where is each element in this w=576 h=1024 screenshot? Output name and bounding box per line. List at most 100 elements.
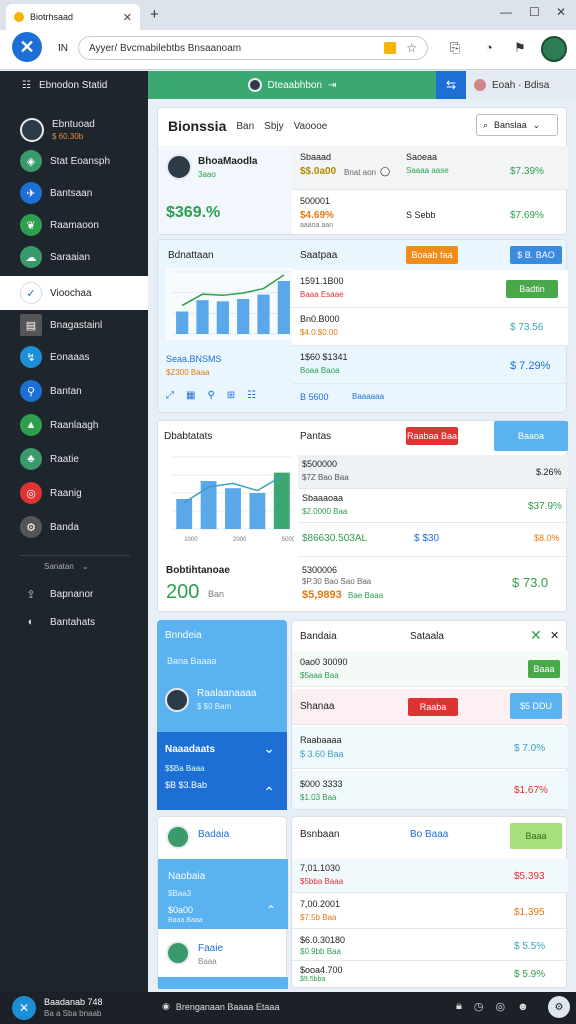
bottombar-mid-text: Brenganaan Baaaa Etaaa <box>175 1001 280 1012</box>
bottombar-mid[interactable]: ◉ Brenganaan Baaaa Etaaa <box>162 1001 279 1012</box>
tab-close-icon[interactable]: ✕ <box>123 11 132 24</box>
sidebar-item-ranking[interactable]: ◎ Raanig <box>0 478 148 508</box>
swap-icon[interactable]: ⇆ <box>436 71 466 99</box>
window-close-button[interactable]: ✕ <box>556 5 566 19</box>
grid-view-icon[interactable]: ▦ <box>186 390 195 401</box>
distribution-panel: Dbabtatats Pantas Raabaa Baa Baaoa 1000 2… <box>157 420 568 612</box>
refresh-icon[interactable]: ◯ <box>380 166 390 177</box>
chevron-up-icon[interactable]: ⌃ <box>263 784 275 801</box>
clock-icon[interactable]: ◷ <box>474 1000 484 1013</box>
share-icon[interactable]: ⎘ <box>450 40 460 56</box>
list-icon[interactable]: ☷ <box>247 390 256 401</box>
analytics-row[interactable]: 1$60 $1341 Boaa Baoa $ 7.29% <box>292 346 568 384</box>
transaction-row[interactable]: 7,01.1030 $5bba Baaa $5.393 <box>292 859 568 893</box>
globe-icon <box>474 79 486 91</box>
analytics-row[interactable]: B 5600 Baaaaaa <box>292 384 568 412</box>
user-icon[interactable]: ☻ <box>517 1001 529 1013</box>
strip-left[interactable]: ☷ Ebnodon Statid <box>0 71 148 99</box>
chevron-up-icon[interactable]: ⌃ <box>266 903 276 917</box>
member-highlight-title: Naobaia <box>168 871 206 882</box>
close-icon[interactable]: ✕ <box>550 629 559 642</box>
sidebar-item-bands[interactable]: ⚙ Banda <box>0 512 148 542</box>
orange-action-button[interactable]: Boaab faa <box>406 246 458 264</box>
history-icon[interactable]: ◔ <box>485 40 493 55</box>
sidebar-item-profile[interactable]: Ebntuoad $ 60.30b <box>0 109 148 151</box>
analytics-row[interactable]: 1591.1B00 Baaa Esaae Badtin <box>292 270 568 308</box>
sidebar-item-routes[interactable]: ♣ Raatie <box>0 444 148 474</box>
member-highlight[interactable]: Naobaia $Baa3 $0a00 Baaa Baaa ⌃ <box>158 859 288 929</box>
team-detail-red-button[interactable]: Raaba <box>408 698 458 716</box>
browser-tab[interactable]: Biotrhsaad ✕ <box>6 4 140 30</box>
analytics-row[interactable]: Bn0.B000 $4.0.$0.00 $ 73.56 <box>292 308 568 346</box>
sidebar-item-events[interactable]: ↯ Eonaaas <box>0 342 148 372</box>
sidebar-item-range[interactable]: ▲ Raanlaagh <box>0 410 148 440</box>
window-maximize-button[interactable]: ☐ <box>529 5 540 19</box>
notification-icon[interactable]: ⚙ <box>548 996 570 1018</box>
new-tab-button[interactable]: + <box>150 6 159 23</box>
tab-vaoooe[interactable]: Vaoooe <box>294 121 328 132</box>
distribution-row-right: $37.9% <box>528 501 562 512</box>
team-detail-row-button[interactable]: Baaa <box>528 660 560 678</box>
app-logo-icon[interactable]: ✕ <box>12 32 42 62</box>
sidebar-item-stats[interactable]: ◈ Stat Eoansph <box>0 146 148 176</box>
profile-avatar[interactable] <box>541 36 567 62</box>
table-icon[interactable]: ⊞ <box>227 390 235 401</box>
team-detail-row[interactable]: 0ao0 30090 $5aaa Baa Baaa <box>292 651 568 687</box>
team-detail-blue-button[interactable]: $5 DDU <box>510 693 562 719</box>
sidebar-item-bank[interactable]: ✈ Bantsaan <box>0 178 148 208</box>
transaction-row[interactable]: $6.0.30180 $0.9bb Baa $ 5.5% <box>292 931 568 961</box>
sidebar-item-services[interactable]: ☁ Saraaian <box>0 242 148 272</box>
distribution-big-value: 200 <box>166 581 200 603</box>
sidebar-item-settings[interactable]: ◐ Bantahats <box>0 607 148 637</box>
blue-action-button[interactable]: $ B. BAO <box>510 246 562 264</box>
distribution-row[interactable]: $86630.503AL $ $30 $8.0% <box>298 523 568 557</box>
lock-icon[interactable]: 🔒︎ <box>456 1000 462 1013</box>
teal-action-button[interactable]: Baaoa <box>494 421 568 451</box>
distribution-row[interactable]: Sbaaaoaa $2.0000 Baa $37.9% <box>298 489 568 523</box>
strip-right[interactable]: Eoah · Bdisa <box>466 71 576 99</box>
filter-icon[interactable]: ⚲ <box>207 390 214 401</box>
team-detail-row[interactable]: Shanaa Raaba $5 DDU <box>292 689 568 725</box>
sidebar-item-active[interactable]: ✓ Vioochaa <box>0 276 148 310</box>
team-detail-row-label: $000 3333 <box>300 779 343 789</box>
team-detail-row[interactable]: Raabaaaa $ 3.60 Baa $ 7.0% <box>292 727 568 769</box>
sidebar-item-export[interactable]: ⇪ Bapnanor <box>0 579 148 609</box>
transaction-right: $1.395 <box>514 907 545 918</box>
sidebar-item-reports[interactable]: ❦ Raamaoon <box>0 210 148 240</box>
sidebar-item-storage[interactable]: ▤ Bnagastainl <box>0 310 148 340</box>
profile-sub: 3aao <box>198 170 216 179</box>
search-box[interactable]: ⌕ Banslaa ⌄ <box>476 114 558 136</box>
sidebar-item-banking[interactable]: ⚲ Bantan <box>0 376 148 406</box>
team-detail-row[interactable]: $000 3333 $1.03 Baa $1.67% <box>292 771 568 809</box>
analytics-row-button[interactable]: Badtin <box>506 280 558 298</box>
bar <box>176 311 189 334</box>
overview-row-2[interactable]: 500001 $4.69% aaaoa aan S Sebb $7.69% <box>292 190 568 234</box>
strip-dashboard-tab[interactable]: Dteaabhbon ⇥ <box>148 71 436 99</box>
distribution-row[interactable]: $500000 $7Z Bao Baa $.26% <box>298 455 568 489</box>
transaction-row[interactable]: $ooa4.700 $9.5bba $ 5.9% <box>292 963 568 987</box>
chevron-down-icon[interactable]: ⌄ <box>263 740 275 757</box>
tab-ban[interactable]: Ban <box>236 121 254 132</box>
bookmark-star-icon[interactable]: ☆ <box>406 41 417 55</box>
expand-icon[interactable]: ⤢ <box>166 390 174 401</box>
edit-icon[interactable]: ✕ <box>530 627 542 644</box>
app-launcher-icon[interactable]: ✕ <box>12 996 36 1020</box>
transactions-title: Bsnbaan <box>300 829 340 840</box>
transactions-green-button[interactable]: Baaa <box>510 823 562 849</box>
team-dark-block[interactable]: Naaadaats ⌄ $$Ba Baaa $B $3.Bab ⌃ <box>157 732 287 810</box>
overview-row-1[interactable]: Sbaaad $$.0a00 Bnat aon ◯ Saoeaa Saaaa a… <box>292 146 568 190</box>
profile-summary: BhoaMaodla 3aao $369.% <box>158 146 292 234</box>
red-action-button[interactable]: Raabaa Baa <box>406 427 458 445</box>
sidebar-section-toggle[interactable]: Sanatan ⌄ <box>0 551 148 581</box>
overview-title: Bionssia <box>168 118 227 134</box>
distribution-bottom-value: $5,9893 <box>302 589 342 601</box>
extension-icon[interactable] <box>384 42 397 54</box>
analytics-sub-title: Seaa.BNSMS <box>166 354 222 364</box>
address-bar[interactable]: Ayyer/ Bvcmabilebtbs Bnsaanoam ☆ <box>78 36 428 60</box>
analytics-toolbar: ⤢ ▦ ⚲ ⊞ ☷ <box>166 390 256 401</box>
transaction-row[interactable]: 7,00.2001 $7.5b Baa $1.395 <box>292 895 568 929</box>
window-minimize-button[interactable]: — <box>500 5 512 19</box>
extensions-icon[interactable]: ⚑ <box>514 40 526 56</box>
tab-sbjy[interactable]: Sbjy <box>264 121 283 132</box>
chat-icon[interactable]: ◎ <box>495 1000 505 1013</box>
